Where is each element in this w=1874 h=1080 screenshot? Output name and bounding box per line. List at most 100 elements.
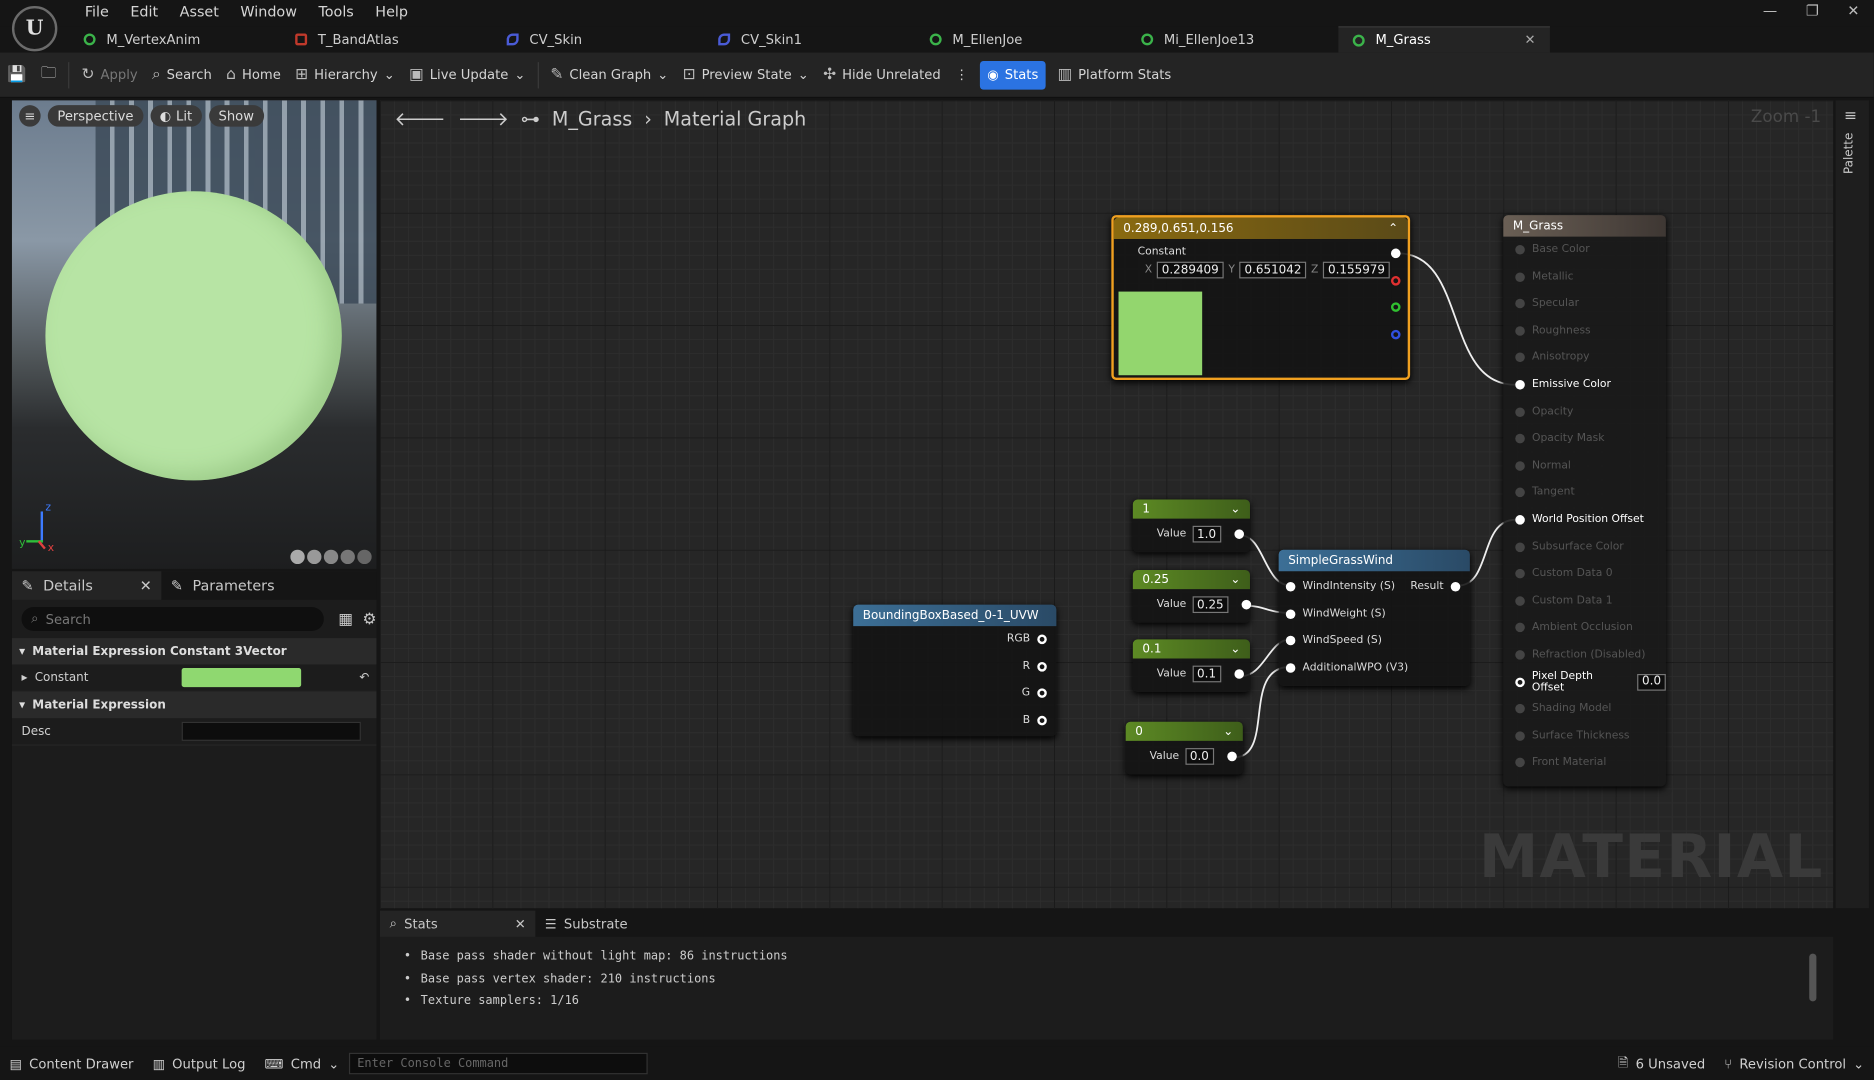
collapse-icon[interactable]: ⌃ <box>1388 222 1398 235</box>
input-pin[interactable] <box>1515 677 1525 687</box>
home-button[interactable]: ⌂ Home <box>219 52 288 97</box>
input-pin-row[interactable]: WindSpeed (S) <box>1285 635 1382 647</box>
output-pin[interactable] <box>1241 599 1252 610</box>
material-input-row[interactable]: Emissive Color <box>1503 372 1666 398</box>
material-result-node[interactable]: M_Grass Base Color Metallic Specular Roughn… <box>1503 215 1666 787</box>
input-pin[interactable] <box>1515 407 1525 417</box>
chevron-down-icon[interactable]: ⌄ <box>1223 725 1233 738</box>
input-pin[interactable] <box>1515 704 1525 714</box>
apply-button[interactable]: ↻ Apply <box>74 52 144 97</box>
material-input-row[interactable]: Opacity Mask <box>1503 426 1666 452</box>
scalar-parameter-node[interactable]: 1 ⌄ Value 1.0 <box>1132 499 1250 553</box>
show-button[interactable]: Show <box>208 105 264 127</box>
lit-button[interactable]: ◐ Lit <box>150 105 202 127</box>
output-pin-b[interactable] <box>1390 329 1401 340</box>
value-input[interactable]: 0.25 <box>1192 596 1229 614</box>
output-pin[interactable] <box>1037 688 1047 699</box>
value-input[interactable]: 0.1 <box>1192 665 1221 683</box>
input-pin[interactable] <box>1285 636 1296 646</box>
preview-viewport[interactable]: ≡ Perspective ◐ Lit Show z y x <box>11 100 377 569</box>
material-input-row[interactable]: Custom Data 1 <box>1503 588 1666 614</box>
menu-item-asset[interactable]: Asset <box>169 2 230 21</box>
tab-m-grass[interactable]: M_Grass ✕ <box>1338 26 1550 53</box>
material-input-row[interactable]: Custom Data 0 <box>1503 561 1666 587</box>
output-pin[interactable] <box>1226 751 1237 762</box>
close-window-icon[interactable]: ✕ <box>1847 2 1859 19</box>
material-input-row[interactable]: Tangent <box>1503 480 1666 506</box>
close-icon[interactable]: ✕ <box>1525 32 1536 48</box>
input-pin[interactable] <box>1285 609 1296 619</box>
input-pin[interactable] <box>1515 758 1525 768</box>
value-input[interactable]: 0.0 <box>1185 748 1214 765</box>
pixel-depth-value-input[interactable]: 0.0 <box>1637 673 1666 691</box>
input-pin[interactable] <box>1515 298 1525 309</box>
input-pin-row[interactable]: WindIntensity (S) <box>1285 581 1395 593</box>
constant3vector-node[interactable]: 0.289,0.651,0.156 ⌃ Constant X 0.289409 Y0… <box>1111 215 1411 381</box>
input-pin[interactable] <box>1515 515 1525 525</box>
close-icon[interactable]: ✕ <box>515 916 526 932</box>
preview-state-button[interactable]: ⊡ Preview State ⌄ <box>675 52 815 97</box>
output-pin-row[interactable]: RGB <box>1007 633 1047 645</box>
input-pin[interactable] <box>1515 325 1525 336</box>
input-pin[interactable] <box>1515 380 1525 390</box>
stats-button[interactable]: ◉ Stats <box>980 60 1046 90</box>
z-value-input[interactable]: 0.155979 <box>1323 261 1390 279</box>
plane-icon[interactable] <box>323 549 339 565</box>
input-pin[interactable] <box>1515 623 1525 633</box>
tab-cv-skin1[interactable]: CV_Skin1 <box>704 26 916 52</box>
input-pin[interactable] <box>1515 596 1525 606</box>
minimize-icon[interactable]: — <box>1763 2 1777 19</box>
output-pin-r[interactable] <box>1390 276 1401 286</box>
material-input-row[interactable]: Ambient Occlusion <box>1503 615 1666 641</box>
chevron-down-icon[interactable]: ⌄ <box>1230 642 1240 655</box>
section-constant-3vector[interactable]: ▾ Material Expression Constant 3Vector <box>11 638 377 665</box>
input-pin[interactable] <box>1515 244 1525 255</box>
platform-stats-button[interactable]: ▥ Platform Stats <box>1050 52 1178 97</box>
tab-m-ellenjoe[interactable]: M_EllenJoe <box>915 26 1127 52</box>
content-drawer-button[interactable]: ▤ Content Drawer <box>0 1056 143 1072</box>
input-pin[interactable] <box>1285 663 1296 673</box>
output-pin-row[interactable]: R <box>1023 660 1047 672</box>
revision-control-button[interactable]: ⑂ Revision Control ⌄ <box>1715 1056 1874 1072</box>
scalar-parameter-node[interactable]: 0.1 ⌄ Value 0.1 <box>1132 639 1250 692</box>
output-log-button[interactable]: ▥ Output Log <box>143 1056 255 1072</box>
boundingbox-function-node[interactable]: BoundingBoxBased_0-1_UVW RGB R G B <box>853 604 1057 737</box>
menu-item-window[interactable]: Window <box>230 2 308 21</box>
material-input-row[interactable]: Shading Model <box>1503 696 1666 722</box>
simplegrasswind-node[interactable]: SimpleGrassWind WindIntensity (S) WindWei… <box>1278 549 1470 686</box>
perspective-button[interactable]: Perspective <box>47 105 144 127</box>
gear-icon[interactable]: ⚙ <box>362 610 376 628</box>
output-pin-rgb[interactable] <box>1390 248 1401 259</box>
input-pin[interactable] <box>1515 434 1525 444</box>
browse-button[interactable]: 🗀 <box>34 52 64 97</box>
tab-m-vertexanim[interactable]: M_VertexAnim <box>69 26 281 52</box>
viewport-menu-button[interactable]: ≡ <box>19 105 41 127</box>
tab-parameters[interactable]: ✎ Parameters <box>161 571 284 600</box>
stats-scrollbar[interactable] <box>1809 953 1817 1002</box>
material-input-row[interactable]: Specular <box>1503 291 1666 317</box>
sphere-icon[interactable] <box>307 549 322 565</box>
output-pin-row[interactable]: B <box>1023 715 1047 727</box>
save-button[interactable]: 💾 <box>0 52 34 97</box>
material-input-row[interactable]: Front Material <box>1503 750 1666 776</box>
output-pin[interactable] <box>1037 634 1047 645</box>
input-pin-row[interactable]: AdditionalWPO (V3) <box>1285 662 1408 674</box>
x-value-input[interactable]: 0.289409 <box>1156 261 1224 279</box>
cube-icon[interactable] <box>340 549 355 565</box>
chevron-down-icon[interactable]: ⌄ <box>1230 502 1240 515</box>
input-pin[interactable] <box>1515 569 1525 579</box>
material-input-row[interactable]: Subsurface Color <box>1503 534 1666 560</box>
details-search-input[interactable]: ⌕ Search <box>21 607 324 631</box>
hierarchy-button[interactable]: ⊞ Hierarchy ⌄ <box>288 52 402 97</box>
more-options-button[interactable]: ⋮ <box>948 52 975 97</box>
input-pin-row[interactable]: WindWeight (S) <box>1285 608 1386 620</box>
material-input-row[interactable]: Opacity <box>1503 399 1666 425</box>
scalar-parameter-node[interactable]: 0 ⌄ Value 0.0 <box>1125 721 1243 775</box>
chevron-down-icon[interactable]: ⌄ <box>1230 573 1240 586</box>
value-input[interactable]: 1.0 <box>1192 525 1221 543</box>
output-pin[interactable] <box>1233 669 1244 679</box>
material-input-row[interactable]: Metallic <box>1503 264 1666 290</box>
cmd-dropdown[interactable]: ⌨ Cmd ⌄ <box>255 1056 349 1072</box>
unreal-logo-icon[interactable]: U <box>11 5 58 52</box>
material-input-row[interactable]: Normal <box>1503 453 1666 479</box>
